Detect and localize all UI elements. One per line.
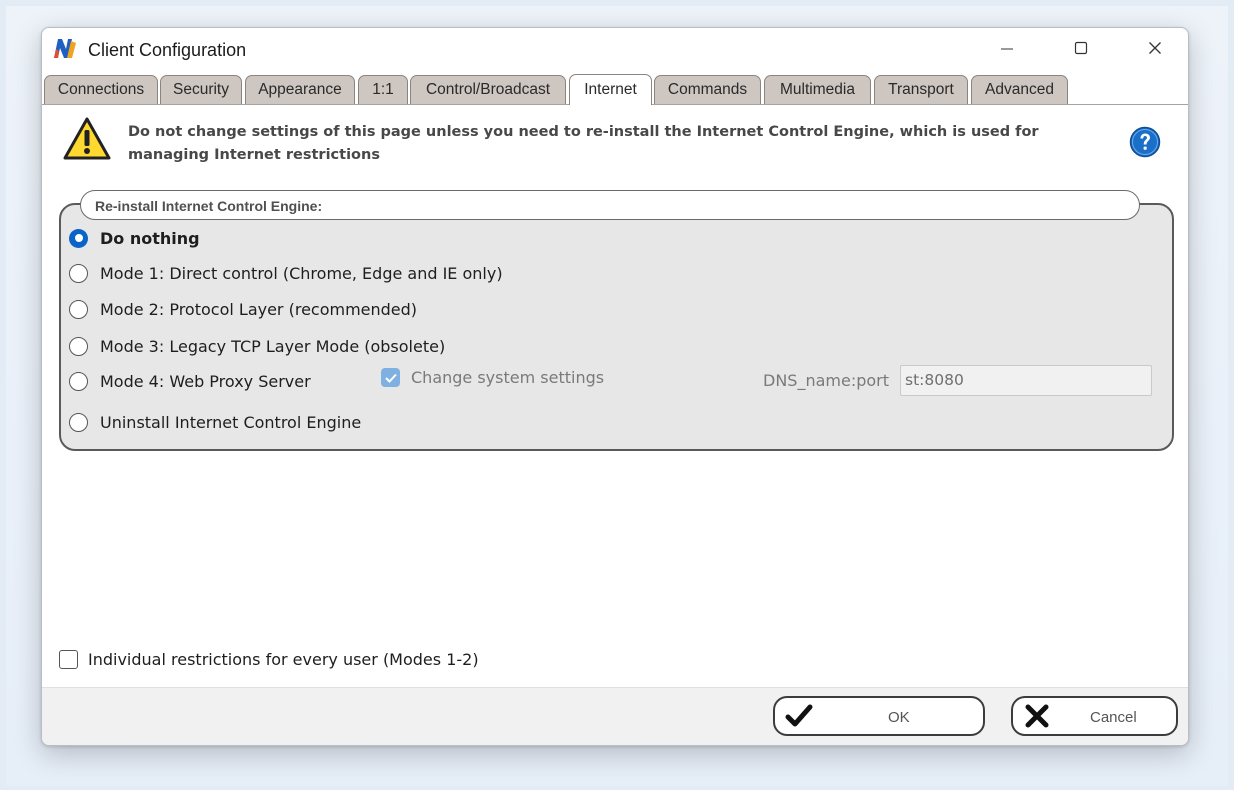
tab-control-broadcast[interactable]: Control/Broadcast (410, 75, 566, 104)
ok-button[interactable]: OK (773, 696, 985, 736)
radio-mode-2[interactable] (69, 299, 88, 319)
group-title-box: Re-install Internet Control Engine: (80, 190, 1140, 220)
radio-do-nothing[interactable] (69, 228, 88, 248)
option-mode-1[interactable]: Mode 1: Direct control (Chrome, Edge and… (69, 260, 503, 286)
option-label: Uninstall Internet Control Engine (100, 412, 362, 432)
tab-multimedia[interactable]: Multimedia (764, 75, 871, 104)
tab-connections[interactable]: Connections (44, 75, 158, 104)
warning-triangle-icon (63, 117, 111, 160)
radio-mode-1[interactable] (69, 263, 88, 283)
individual-restrictions-label: Individual restrictions for every user (… (88, 650, 479, 669)
dns-port-label: DNS_name:port (763, 371, 890, 390)
option-label: Mode 2: Protocol Layer (recommended) (100, 299, 418, 319)
change-system-settings-checkbox[interactable]: Change system settings (381, 368, 604, 387)
ok-label: OK (888, 709, 910, 726)
warning-message: Do not change settings of this page unle… (128, 124, 1039, 163)
checkmark-icon (384, 373, 397, 383)
checkbox-checked[interactable] (381, 368, 400, 387)
tab-transport[interactable]: Transport (874, 75, 968, 104)
maximize-button[interactable] (1058, 28, 1104, 68)
window-title: Client Configuration (88, 40, 247, 60)
radio-mode-4[interactable] (69, 371, 88, 391)
close-icon (1149, 42, 1161, 54)
option-uninstall[interactable]: Uninstall Internet Control Engine (69, 409, 361, 435)
maximize-icon (1074, 41, 1088, 55)
tab-appearance[interactable]: Appearance (245, 75, 355, 104)
minimize-button[interactable] (984, 28, 1030, 68)
option-mode-3[interactable]: Mode 3: Legacy TCP Layer Mode (obsolete) (69, 333, 445, 359)
tab-security[interactable]: Security (160, 75, 242, 104)
checkbox-unchecked[interactable] (59, 650, 78, 669)
dns-port-input[interactable]: st:8080 (900, 365, 1152, 396)
cancel-label: Cancel (1090, 709, 1137, 726)
help-question-icon[interactable] (1129, 126, 1161, 158)
group-title: Re-install Internet Control Engine: (95, 198, 323, 214)
option-mode-2[interactable]: Mode 2: Protocol Layer (recommended) (69, 296, 417, 322)
checkmark-icon (785, 704, 813, 727)
app-logo-icon (54, 39, 76, 58)
tab-strip: Connections Security Appearance 1:1 Cont… (42, 74, 1188, 105)
cancel-button[interactable]: Cancel (1011, 696, 1178, 736)
tab-internet[interactable]: Internet (569, 74, 652, 105)
client-configuration-window: Client Configuration Connections Securit… (41, 27, 1189, 746)
individual-restrictions-checkbox[interactable]: Individual restrictions for every user (… (59, 650, 479, 669)
title-bar[interactable]: Client Configuration (42, 28, 1188, 72)
dialog-footer: OK Cancel (42, 687, 1188, 745)
close-button[interactable] (1132, 28, 1178, 68)
radio-uninstall[interactable] (69, 412, 88, 432)
tab-advanced[interactable]: Advanced (971, 75, 1068, 104)
option-label: Do nothing (100, 228, 200, 248)
x-mark-icon (1025, 704, 1049, 728)
option-label: Mode 4: Web Proxy Server (100, 371, 311, 391)
option-label: Mode 3: Legacy TCP Layer Mode (obsolete) (100, 336, 446, 356)
radio-mode-3[interactable] (69, 336, 88, 356)
tab-commands[interactable]: Commands (654, 75, 761, 104)
change-system-settings-label: Change system settings (411, 368, 605, 387)
minimize-icon (1001, 48, 1013, 50)
option-do-nothing[interactable]: Do nothing (69, 225, 200, 251)
tab-one-to-one[interactable]: 1:1 (358, 75, 408, 104)
option-label: Mode 1: Direct control (Chrome, Edge and… (100, 263, 503, 283)
option-mode-4[interactable]: Mode 4: Web Proxy Server (69, 368, 311, 394)
